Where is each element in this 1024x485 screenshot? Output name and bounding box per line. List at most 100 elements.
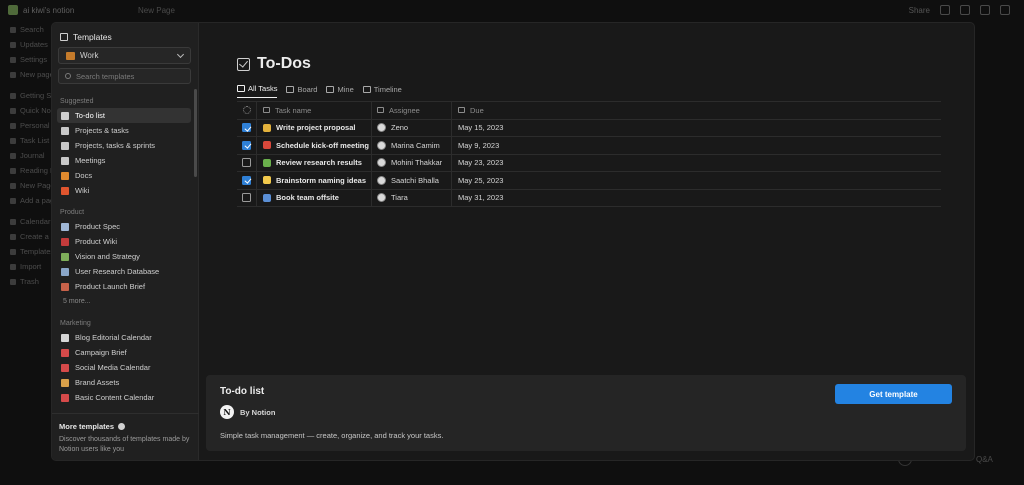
app-sidebar-label: Add a page <box>20 196 52 205</box>
assignee-name: Marina Camim <box>391 140 440 150</box>
view-tab-label: Timeline <box>373 84 402 94</box>
more-icon[interactable] <box>1000 5 1010 15</box>
get-template-button[interactable]: Get template <box>835 384 952 404</box>
template-item[interactable]: Projects, tasks & sprints <box>57 138 191 153</box>
template-item[interactable]: Product Launch Brief <box>57 279 191 294</box>
page-icon <box>10 152 16 159</box>
app-sidebar-label: Search <box>20 25 44 34</box>
template-item[interactable]: Meetings <box>57 153 191 168</box>
app-sidebar-label: Calendar <box>20 217 51 226</box>
show-more-link[interactable]: 5 more... <box>52 294 199 309</box>
mountain-icon <box>61 252 69 261</box>
comments-icon[interactable] <box>940 5 950 15</box>
template-item[interactable]: Vision and Strategy <box>57 249 191 264</box>
app-sidebar-item[interactable]: Getting Started <box>0 88 52 103</box>
chevron-down-icon <box>176 50 185 58</box>
page-icon <box>10 263 16 270</box>
table-row[interactable]: Book team offsite Tiara May 31, 2023 <box>237 189 941 207</box>
app-sidebar-item[interactable]: Create a teamspace <box>0 229 52 244</box>
done-checkbox[interactable] <box>242 123 251 133</box>
app-sidebar-item[interactable]: Updates <box>0 37 52 52</box>
template-item-label: Meetings <box>75 156 106 165</box>
app-sidebar-item[interactable]: New page <box>0 67 52 82</box>
view-icon <box>286 85 295 93</box>
page-icon <box>10 122 16 129</box>
template-item-label: Product Launch Brief <box>75 282 146 291</box>
template-item[interactable]: Product Wiki <box>57 234 191 249</box>
app-sidebar-item[interactable]: Task List <box>0 133 52 148</box>
topbar-actions: Share <box>909 5 1010 15</box>
search-templates-input[interactable]: Search templates <box>58 68 191 84</box>
page-icon <box>10 107 16 114</box>
workspace-switcher[interactable]: ai kiwi's notion <box>8 5 74 15</box>
history-icon[interactable] <box>960 5 970 15</box>
col-due: Due <box>470 105 484 115</box>
avatar <box>377 175 386 185</box>
app-sidebar-item[interactable]: Quick Note <box>0 103 52 118</box>
due-date: May 23, 2023 <box>458 158 504 168</box>
checkbox-icon <box>237 57 250 71</box>
template-item[interactable]: User Research Database <box>57 264 191 279</box>
template-item[interactable]: Projects & tasks <box>57 123 191 138</box>
template-item-label: Wiki <box>75 186 90 195</box>
qa-button[interactable]: Q&A <box>976 455 993 464</box>
table-row[interactable]: Schedule kick-off meeting Marina Camim May… <box>237 137 941 155</box>
app-sidebar-item[interactable]: Trash <box>0 274 52 289</box>
app-sidebar-item[interactable]: Import <box>0 259 52 274</box>
task-name: Book team offsite <box>276 193 339 203</box>
template-item[interactable]: To-do list <box>57 108 191 123</box>
app-sidebar-item[interactable]: New Page <box>0 178 52 193</box>
author-label: By Notion <box>240 407 276 417</box>
template-item[interactable]: Product Spec <box>57 219 191 234</box>
view-tab[interactable]: Board <box>286 84 317 98</box>
template-preview: To-Dos All Tasks Board Mine Timeline Task n… <box>199 23 974 371</box>
done-checkbox[interactable] <box>242 175 251 185</box>
view-tab[interactable]: All Tasks <box>237 84 278 98</box>
app-sidebar-item[interactable]: Add a page <box>0 193 52 208</box>
assignee-name: Zeno <box>391 123 409 133</box>
app-sidebar-item[interactable]: Search <box>0 22 52 37</box>
template-item[interactable]: Basic Content Calendar <box>57 390 191 405</box>
view-tab[interactable]: Mine <box>326 84 354 98</box>
templates-list[interactable]: Suggested To-do list Projects & tasks Proje… <box>52 93 199 413</box>
done-checkbox[interactable] <box>242 193 251 203</box>
app-sidebar-label: Settings <box>20 55 48 64</box>
template-item-label: Product Spec <box>75 222 121 231</box>
template-item-label: Product Wiki <box>75 237 118 246</box>
pen-icon <box>61 333 69 342</box>
favorite-icon[interactable] <box>980 5 990 15</box>
table-row[interactable]: Write project proposal Zeno May 15, 2023 <box>237 119 941 137</box>
app-sidebar-item[interactable]: Personal Home <box>0 118 52 133</box>
app-sidebar-item[interactable]: Reading List <box>0 163 52 178</box>
more-templates[interactable]: More templates Discover thousands of tem… <box>52 413 199 460</box>
text-prop-icon <box>263 107 270 114</box>
app-sidebar-item[interactable]: Settings <box>0 52 52 67</box>
share-button[interactable]: Share <box>909 6 930 15</box>
template-item[interactable]: Brand Assets <box>57 375 191 390</box>
task-emoji-icon <box>263 176 271 185</box>
template-item[interactable]: Wiki <box>57 183 191 198</box>
target-icon <box>61 126 69 135</box>
sidebar-scrollbar[interactable] <box>194 89 197 177</box>
template-item[interactable]: Docs <box>57 168 191 183</box>
detail-description: Simple task management — create, organiz… <box>220 431 444 440</box>
table-row[interactable]: Brainstorm naming ideas Saatchi Bhalla May… <box>237 172 941 190</box>
due-date: May 25, 2023 <box>458 175 504 185</box>
template-item[interactable]: Social Media Calendar <box>57 360 191 375</box>
view-tabs: All Tasks Board Mine Timeline <box>237 84 402 98</box>
app-sidebar-label: Quick Note <box>20 106 52 115</box>
done-checkbox[interactable] <box>242 140 251 150</box>
page-icon <box>10 278 16 285</box>
table-row[interactable]: Review research results Mohini Thakkar May… <box>237 154 941 172</box>
page-icon <box>10 71 16 78</box>
template-item[interactable]: Blog Editorial Calendar <box>57 330 191 345</box>
col-assignee: Assignee <box>389 105 420 115</box>
workspace-logo-icon <box>8 5 18 15</box>
category-select[interactable]: Work <box>58 47 191 64</box>
app-sidebar-item[interactable]: Templates <box>0 244 52 259</box>
app-sidebar-item[interactable]: Journal <box>0 148 52 163</box>
app-sidebar-item[interactable]: Calendar <box>0 214 52 229</box>
done-checkbox[interactable] <box>242 158 251 168</box>
template-item[interactable]: Campaign Brief <box>57 345 191 360</box>
view-tab[interactable]: Timeline <box>362 84 402 98</box>
